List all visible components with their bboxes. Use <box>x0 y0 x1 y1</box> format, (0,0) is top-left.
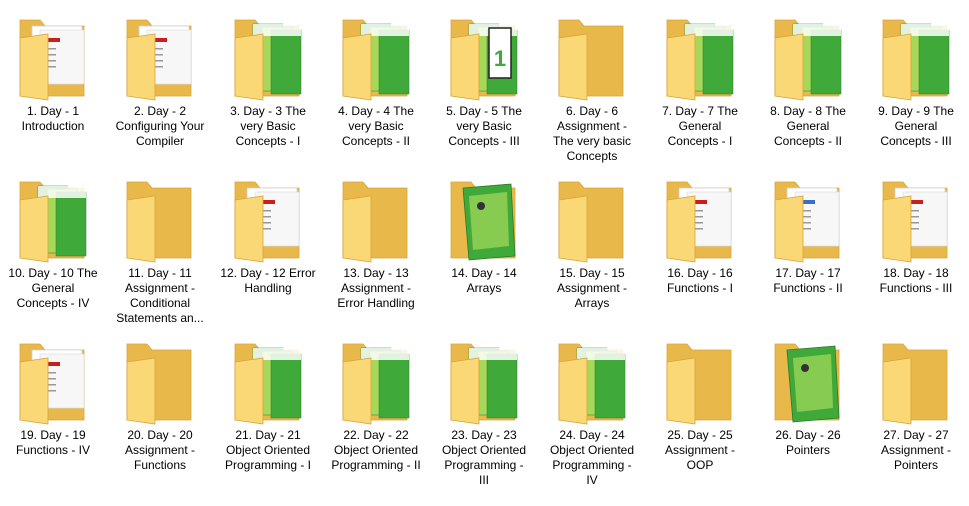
folder-label: 12. Day - 12 Error Handling <box>220 266 316 295</box>
folder-icon <box>337 8 415 102</box>
folder-label: 11. Day - 11 Assignment - Conditional St… <box>116 266 204 325</box>
folder-icon <box>661 170 739 264</box>
folder-label: 26. Day - 26 Pointers <box>775 428 841 457</box>
folder-label: 21. Day - 21 Object Oriented Programming… <box>224 428 312 472</box>
folder-icon <box>337 170 415 264</box>
folder-label: 20. Day - 20 Assignment - Functions <box>124 428 196 472</box>
folder-icon <box>445 170 523 264</box>
folder-item[interactable]: 24. Day - 24 Object Oriented Programming… <box>543 332 641 490</box>
folder-item[interactable]: 17. Day - 17 Functions - II <box>759 170 857 328</box>
folder-label: 16. Day - 16 Functions - I <box>666 266 734 295</box>
folder-icon <box>553 8 631 102</box>
folder-icon <box>14 8 92 102</box>
folder-item[interactable]: 19. Day - 19 Functions - IV <box>4 332 102 490</box>
folder-label: 24. Day - 24 Object Oriented Programming… <box>549 428 635 487</box>
folder-item[interactable]: 7. Day - 7 The General Concepts - I <box>651 8 749 166</box>
folder-label: 10. Day - 10 The General Concepts - IV <box>8 266 98 310</box>
folder-label: 22. Day - 22 Object Oriented Programming… <box>331 428 421 472</box>
folder-label: 17. Day - 17 Functions - II <box>773 266 843 295</box>
folder-item[interactable]: 13. Day - 13 Assignment - Error Handling <box>327 170 425 328</box>
folder-label: 7. Day - 7 The General Concepts - I <box>662 104 738 148</box>
folder-icon <box>121 170 199 264</box>
folder-label: 23. Day - 23 Object Oriented Programming… <box>441 428 527 487</box>
folder-label: 9. Day - 9 The General Concepts - III <box>878 104 954 148</box>
folder-icon <box>121 8 199 102</box>
folder-icon <box>337 332 415 426</box>
folder-label: 2. Day - 2 Configuring Your Compiler <box>115 104 205 148</box>
folder-label: 15. Day - 15 Assignment - Arrays <box>556 266 628 310</box>
folder-label: 19. Day - 19 Functions - IV <box>15 428 91 457</box>
folder-icon <box>445 332 523 426</box>
folder-item[interactable]: 20. Day - 20 Assignment - Functions <box>111 332 209 490</box>
folder-item[interactable]: 27. Day - 27 Assignment - Pointers <box>867 332 965 490</box>
folder-item[interactable]: 4. Day - 4 The very Basic Concepts - II <box>327 8 425 166</box>
folder-item[interactable]: 6. Day - 6 Assignment - The very basic C… <box>543 8 641 166</box>
folder-label: 13. Day - 13 Assignment - Error Handling <box>337 266 415 310</box>
folder-item[interactable]: 22. Day - 22 Object Oriented Programming… <box>327 332 425 490</box>
folder-item[interactable]: 1. Day - 1 Introduction <box>4 8 102 166</box>
folder-item[interactable]: 3. Day - 3 The very Basic Concepts - I <box>219 8 317 166</box>
folder-item[interactable]: 11. Day - 11 Assignment - Conditional St… <box>111 170 209 328</box>
folder-item[interactable]: 26. Day - 26 Pointers <box>759 332 857 490</box>
folder-item[interactable]: 9. Day - 9 The General Concepts - III <box>867 8 965 166</box>
folder-icon <box>229 8 307 102</box>
folder-item[interactable]: 10. Day - 10 The General Concepts - IV <box>4 170 102 328</box>
folder-icon <box>769 332 847 426</box>
folder-icon <box>14 170 92 264</box>
folder-icon <box>769 8 847 102</box>
folder-icon <box>14 332 92 426</box>
folder-icon <box>661 8 739 102</box>
folder-item[interactable]: 2. Day - 2 Configuring Your Compiler <box>111 8 209 166</box>
folder-item[interactable]: 16. Day - 16 Functions - I <box>651 170 749 328</box>
folder-icon <box>877 8 955 102</box>
svg-text:1: 1 <box>494 46 506 71</box>
folder-item[interactable]: 25. Day - 25 Assignment - OOP <box>651 332 749 490</box>
folder-label: 1. Day - 1 Introduction <box>21 104 85 133</box>
folder-item[interactable]: 18. Day - 18 Functions - III <box>867 170 965 328</box>
folder-icon: 1 <box>445 8 523 102</box>
folder-label: 8. Day - 8 The General Concepts - II <box>770 104 846 148</box>
folder-label: 27. Day - 27 Assignment - Pointers <box>880 428 952 472</box>
folder-item[interactable]: 14. Day - 14 Arrays <box>435 170 533 328</box>
folder-label: 14. Day - 14 Arrays <box>451 266 517 295</box>
folder-icon <box>877 332 955 426</box>
folder-icon <box>229 332 307 426</box>
folder-icon <box>661 332 739 426</box>
folder-icon <box>229 170 307 264</box>
folder-label: 3. Day - 3 The very Basic Concepts - I <box>230 104 306 148</box>
folder-icon <box>877 170 955 264</box>
folder-item[interactable]: 1 5. Day - 5 The very Basic Concepts - II… <box>435 8 533 166</box>
folder-item[interactable]: 8. Day - 8 The General Concepts - II <box>759 8 857 166</box>
folder-icon <box>121 332 199 426</box>
folder-label: 25. Day - 25 Assignment - OOP <box>664 428 736 472</box>
folder-icon <box>553 332 631 426</box>
folder-icon <box>553 170 631 264</box>
folder-item[interactable]: 12. Day - 12 Error Handling <box>219 170 317 328</box>
folder-label: 4. Day - 4 The very Basic Concepts - II <box>338 104 414 148</box>
folder-icon <box>769 170 847 264</box>
folder-item[interactable]: 23. Day - 23 Object Oriented Programming… <box>435 332 533 490</box>
folder-label: 6. Day - 6 Assignment - The very basic C… <box>552 104 632 163</box>
folder-label: 5. Day - 5 The very Basic Concepts - III <box>446 104 522 148</box>
folder-item[interactable]: 15. Day - 15 Assignment - Arrays <box>543 170 641 328</box>
folder-label: 18. Day - 18 Functions - III <box>879 266 953 295</box>
folder-item[interactable]: 21. Day - 21 Object Oriented Programming… <box>219 332 317 490</box>
folder-grid: 1. Day - 1 Introduction 2. Day - 2 Config… <box>0 0 969 506</box>
